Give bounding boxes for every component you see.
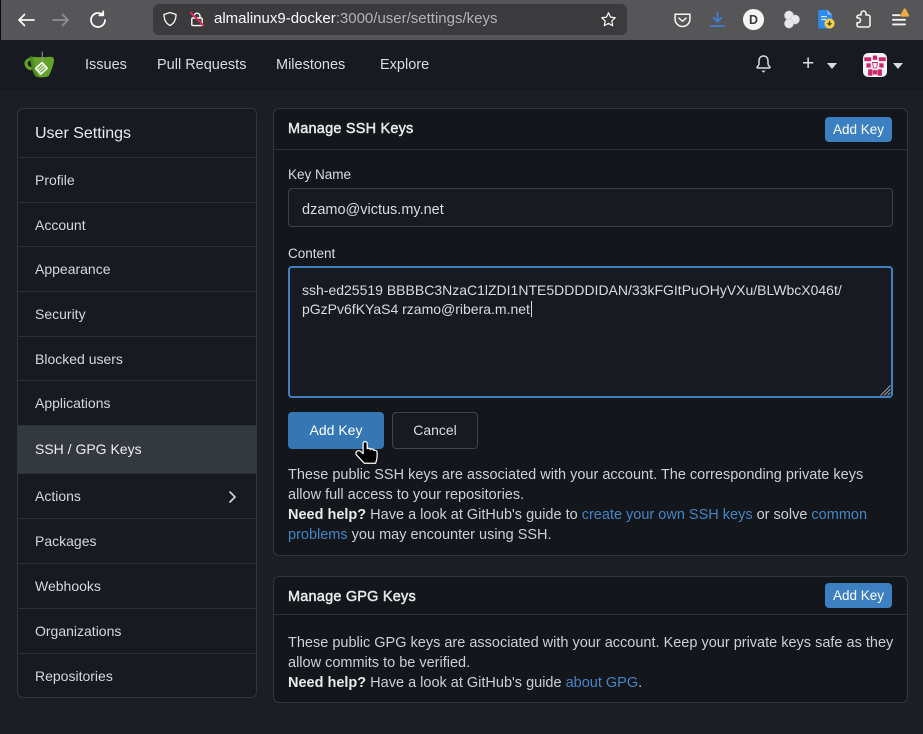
svg-text:D: D bbox=[749, 13, 758, 27]
